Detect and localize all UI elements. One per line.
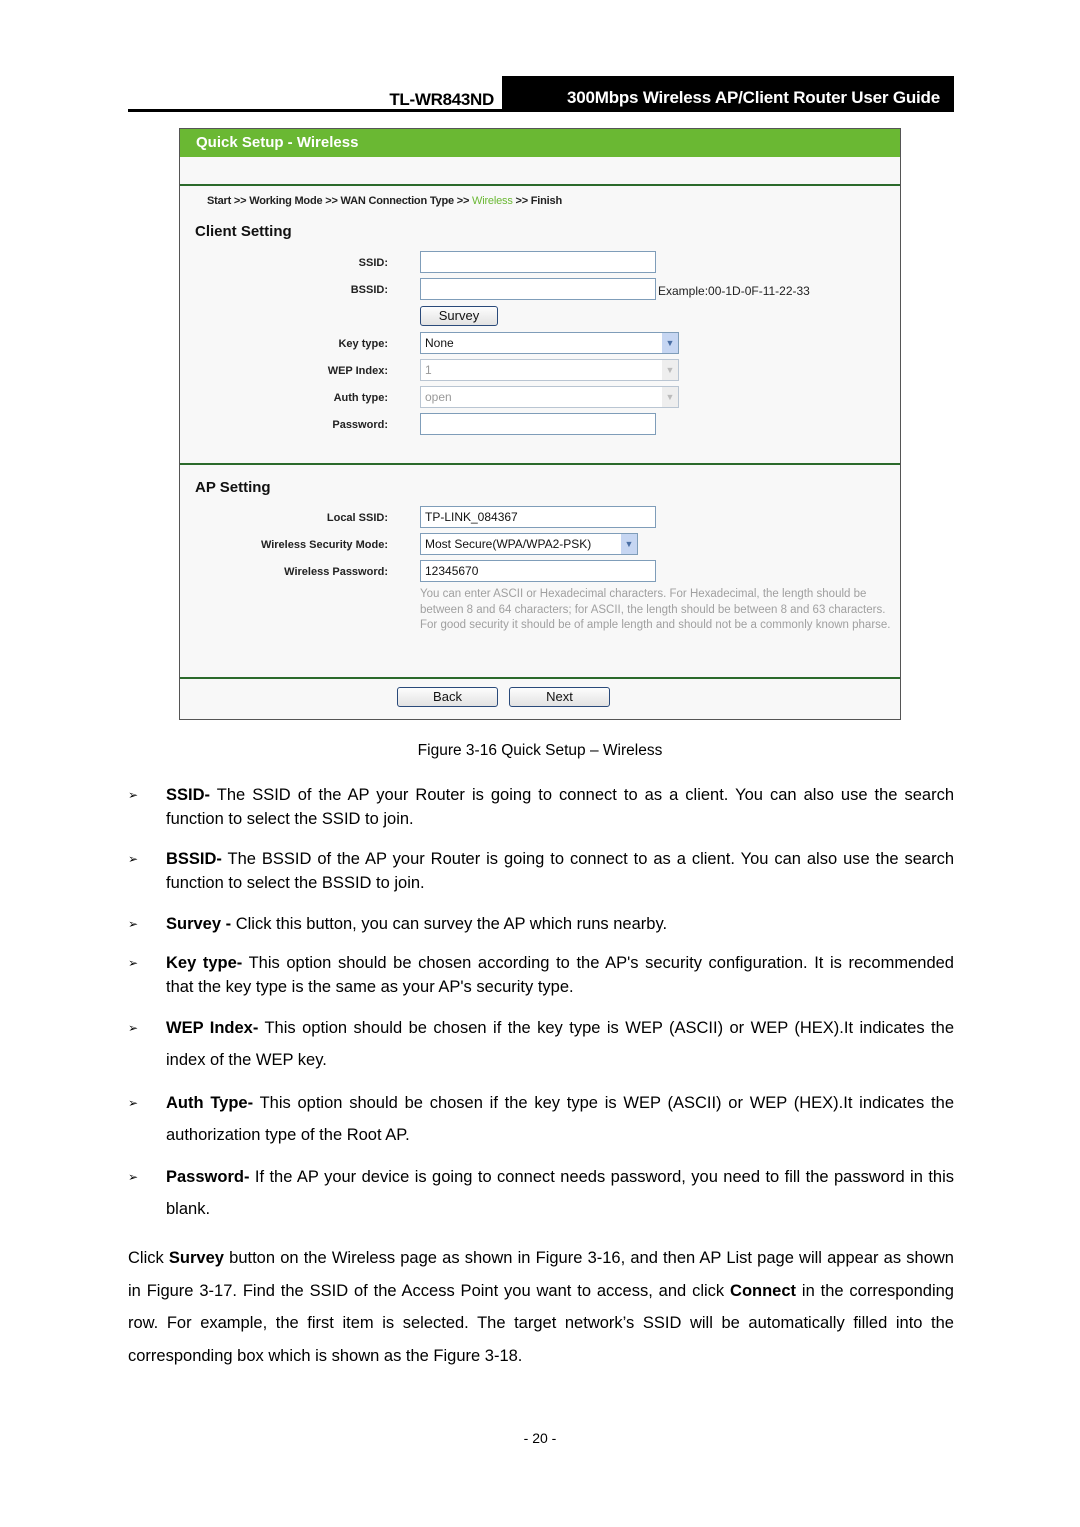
bullet-term: Survey - [166,915,232,933]
bullet-text: The BSSID of the AP your Router is going… [166,850,954,892]
bullet-text: This option should be chosen according t… [166,954,954,996]
ssid-input[interactable] [420,251,656,273]
breadcrumb-active-step: Wireless [472,195,513,207]
chevron-down-icon: ▼ [662,387,678,407]
key-type-select[interactable]: None ▼ [420,332,679,354]
bullet-item-ssid: ➢ SSID- The SSID of the AP your Router i… [128,783,954,831]
bullet-text: Click this button, you can survey the AP… [231,915,668,933]
bullet-text: This option should be chosen if the key … [166,1094,954,1144]
auth-type-value: open [425,390,452,404]
model-name: TL-WR843ND [389,90,494,109]
password-input[interactable] [420,413,656,435]
survey-button[interactable]: Survey [420,306,498,326]
quick-setup-wireless-screenshot: Quick Setup - Wireless Start >> Working … [179,128,901,720]
wep-index-select[interactable]: 1 ▼ [420,359,679,381]
security-mode-value: Most Secure(WPA/WPA2-PSK) [425,537,592,551]
bullet-term: Password- [166,1168,250,1186]
bullet-term: Auth Type- [166,1094,254,1112]
key-type-value: None [425,336,454,350]
password-label: Password: [332,419,388,431]
bullet-term: WEP Index- [166,1019,259,1037]
back-button[interactable]: Back [397,687,498,707]
chevron-down-icon: ▼ [662,360,678,380]
ssid-label: SSID: [358,257,388,269]
wep-index-label: WEP Index: [327,365,388,377]
header-rule [128,109,954,112]
client-setting-title: Client Setting [195,223,292,240]
bullet-term: BSSID- [166,850,222,868]
next-button[interactable]: Next [509,687,610,707]
arrow-bullet-icon: ➢ [128,788,139,802]
arrow-bullet-icon: ➢ [128,1021,139,1035]
bullet-text: If the AP your device is going to connec… [166,1168,954,1218]
para-text: Click [128,1249,169,1267]
security-mode-select[interactable]: Most Secure(WPA/WPA2-PSK) ▼ [420,533,638,555]
arrow-bullet-icon: ➢ [128,1170,139,1184]
wireless-password-label: Wireless Password: [284,566,388,578]
bullet-term: SSID- [166,786,211,804]
breadcrumb-steps: Start >> Working Mode >> WAN Connection … [207,195,473,207]
chevron-down-icon: ▼ [621,534,637,554]
bssid-label: BSSID: [350,284,388,296]
wep-index-value: 1 [425,363,432,377]
arrow-bullet-icon: ➢ [128,956,139,970]
panel-title: Quick Setup - Wireless [180,129,900,157]
password-hint: You can enter ASCII or Hexadecimal chara… [420,588,891,631]
breadcrumb-finish: >> Finish [512,195,562,207]
local-ssid-input[interactable]: TP-LINK_084367 [420,506,656,528]
figure-caption: Figure 3-16 Quick Setup – Wireless [417,742,663,759]
arrow-bullet-icon: ➢ [128,1096,139,1110]
divider [180,184,900,186]
bullet-item-auth-type: ➢ Auth Type- This option should be chose… [128,1087,954,1151]
key-type-label: Key type: [338,338,388,350]
para-bold-survey: Survey [168,1249,224,1267]
bullet-item-wep-index: ➢ WEP Index- This option should be chose… [128,1012,954,1076]
arrow-bullet-icon: ➢ [128,917,139,931]
para-bold-connect: Connect [730,1281,797,1300]
document-header: TL-WR843ND 300Mbps Wireless AP/Client Ro… [128,76,954,112]
security-mode-label: Wireless Security Mode: [260,539,388,551]
bullet-item-key-type: ➢ Key type- This option should be chosen… [128,951,954,999]
auth-type-select[interactable]: open ▼ [420,386,679,408]
guide-title: 300Mbps Wireless AP/Client Router User G… [502,76,954,112]
wireless-password-input[interactable]: 12345670 [420,560,656,582]
breadcrumb: Start >> Working Mode >> WAN Connection … [207,195,562,207]
bssid-input[interactable] [420,278,656,300]
ap-setting-title: AP Setting [195,479,271,496]
instruction-paragraph: Click Survey button on the Wireless page… [128,1242,954,1372]
bullet-item-bssid: ➢ BSSID- The BSSID of the AP your Router… [128,847,954,895]
page-number: - 20 - [523,1430,557,1446]
bullet-term: Key type- [166,954,243,972]
bullet-item-survey: ➢ Survey - Click this button, you can su… [128,912,954,936]
local-ssid-label: Local SSID: [326,512,388,524]
auth-type-label: Auth type: [333,392,388,404]
divider [180,463,900,465]
chevron-down-icon: ▼ [662,333,678,353]
divider [180,677,900,679]
bullet-item-password: ➢ Password- If the AP your device is goi… [128,1161,954,1225]
bssid-example: Example:00-1D-0F-11-22-33 [658,284,810,298]
bullet-text: This option should be chosen if the key … [166,1019,954,1069]
arrow-bullet-icon: ➢ [128,852,139,866]
bullet-text: The SSID of the AP your Router is going … [166,786,954,828]
